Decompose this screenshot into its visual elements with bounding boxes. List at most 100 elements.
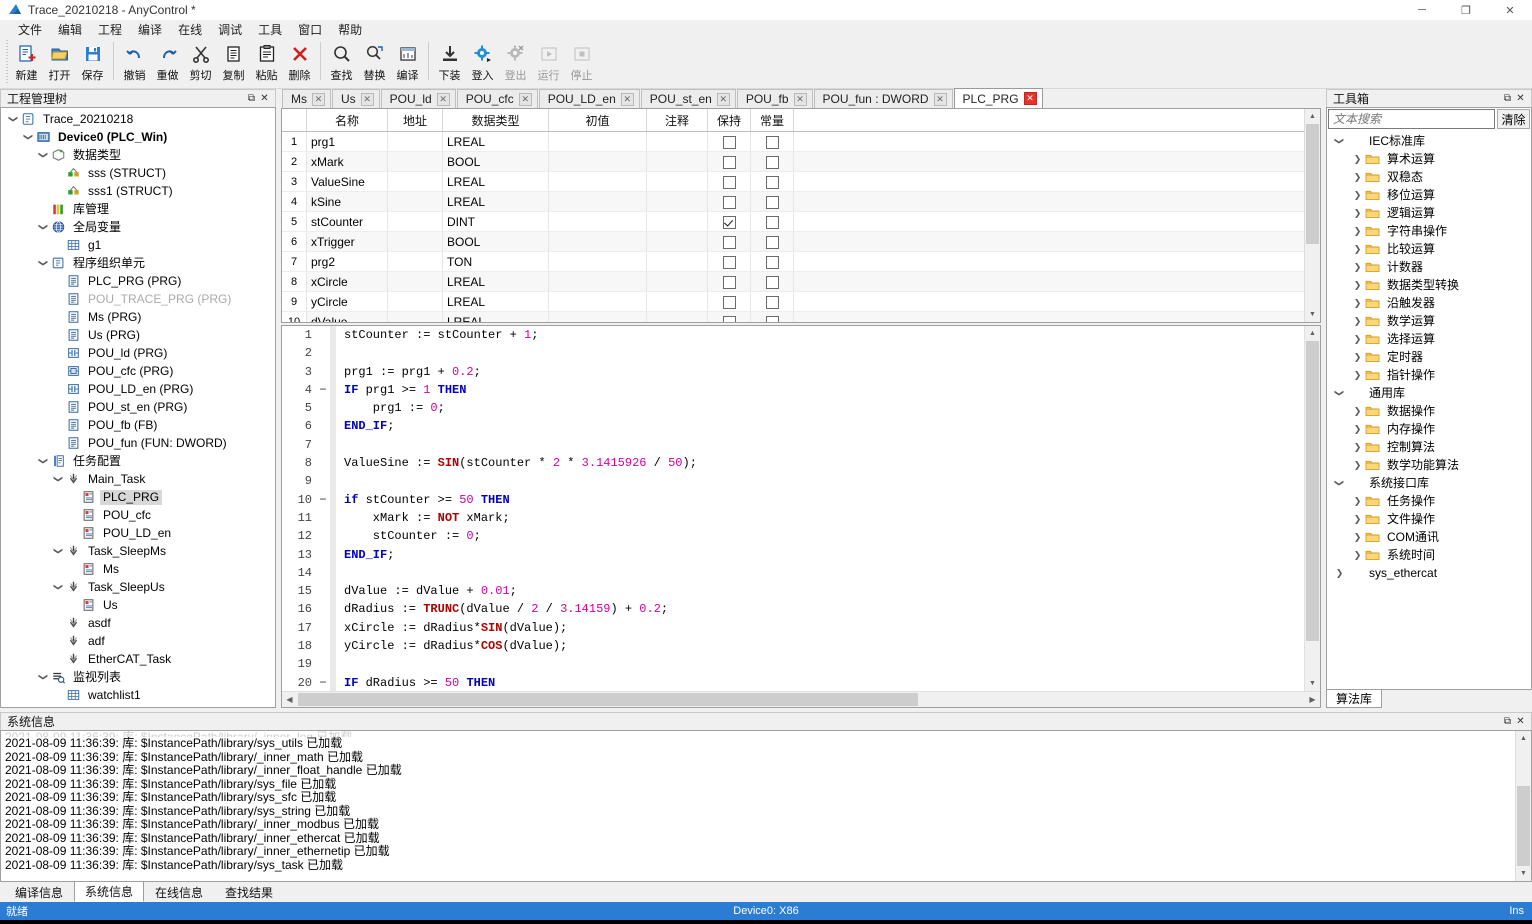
editor-tab-pou_fundword[interactable]: POU_fun : DWORD ✕ xyxy=(813,89,953,108)
variable-table-header[interactable]: 注释 xyxy=(646,109,708,132)
chevron-right-icon[interactable]: ❯ xyxy=(1351,168,1364,186)
message-scroll-track[interactable] xyxy=(1516,746,1531,866)
constant-checkbox[interactable] xyxy=(765,235,779,249)
close-icon[interactable]: ✕ xyxy=(312,92,325,106)
variable-table-header[interactable]: 名称 xyxy=(306,109,388,132)
project-panel-close-icon[interactable]: ✕ xyxy=(258,92,271,105)
retain-cell[interactable] xyxy=(707,191,751,212)
code-line[interactable]: prg1 := 0; xyxy=(344,399,1304,417)
variable-table-header[interactable] xyxy=(282,109,307,132)
variable-cell[interactable] xyxy=(387,251,443,272)
scroll-down-icon[interactable]: ▼ xyxy=(1305,307,1320,322)
variable-table-scrollbar[interactable]: ▲ ▼ xyxy=(1304,109,1320,322)
chevron-down-icon[interactable]: ❯ xyxy=(35,671,53,684)
toolbox-tree-node[interactable]: ❯ 计数器 xyxy=(1327,258,1531,276)
variable-cell[interactable] xyxy=(646,171,708,192)
toolbox-tree-node[interactable]: ❯ 控制算法 xyxy=(1327,438,1531,456)
retain-checkbox[interactable] xyxy=(722,295,736,309)
project-tree-node[interactable]: POU_st_en (PRG) xyxy=(1,398,275,416)
chevron-right-icon[interactable]: ❯ xyxy=(1351,528,1364,546)
constant-cell[interactable] xyxy=(750,211,794,232)
code-line[interactable] xyxy=(344,564,1304,582)
project-tree-node[interactable]: POU_fun (FUN: DWORD) xyxy=(1,434,275,452)
project-tree-node[interactable]: ❯ Task_SleepMs xyxy=(1,542,275,560)
variable-cell[interactable] xyxy=(646,191,708,212)
project-tree-node[interactable]: POU_cfc (PRG) xyxy=(1,362,275,380)
toolbox-tree-node[interactable]: ❯ 定时器 xyxy=(1327,348,1531,366)
variable-cell[interactable]: LREAL xyxy=(442,191,549,212)
project-tree-node[interactable]: EtherCAT_Task xyxy=(1,650,275,668)
project-tree-node[interactable]: sss1 (STRUCT) xyxy=(1,182,275,200)
editor-tab-pou_st_en[interactable]: POU_st_en ✕ xyxy=(640,89,736,108)
variable-cell[interactable] xyxy=(387,311,443,322)
project-tree-node[interactable]: sss (STRUCT) xyxy=(1,164,275,182)
constant-cell[interactable] xyxy=(750,191,794,212)
constant-cell[interactable] xyxy=(750,251,794,272)
editor-tab-pou_ld[interactable]: POU_ld ✕ xyxy=(380,89,456,108)
message-tab-系统信息[interactable]: 系统信息 xyxy=(74,881,145,902)
code-scroll-thumb[interactable] xyxy=(1306,341,1319,641)
scroll-thumb[interactable] xyxy=(1306,124,1319,244)
chevron-right-icon[interactable]: ❯ xyxy=(1351,330,1364,348)
code-scroll-track[interactable] xyxy=(1305,341,1320,676)
retain-cell[interactable] xyxy=(707,311,751,322)
code-line[interactable]: dValue := dValue + 0.01; xyxy=(344,582,1304,600)
constant-cell[interactable] xyxy=(750,151,794,172)
menu-item-6[interactable]: 工具 xyxy=(250,21,290,39)
chevron-right-icon[interactable]: ❯ xyxy=(1351,222,1364,240)
code-line[interactable]: END_IF; xyxy=(344,546,1304,564)
retain-checkbox[interactable] xyxy=(722,135,736,149)
variable-table-row[interactable]: 9 yCircle LREAL xyxy=(282,291,1304,312)
constant-cell[interactable] xyxy=(750,311,794,322)
toolbar-button-scissors[interactable]: 剪切 xyxy=(184,39,217,88)
menu-item-1[interactable]: 编辑 xyxy=(50,21,90,39)
toolbox-tree-node[interactable]: ❯ 系统接口库 xyxy=(1327,474,1531,492)
variable-cell[interactable]: 8 xyxy=(282,271,307,292)
chevron-down-icon[interactable]: ❯ xyxy=(50,545,68,558)
variable-cell[interactable]: DINT xyxy=(442,211,549,232)
chevron-right-icon[interactable]: ❯ xyxy=(1351,366,1364,384)
variable-cell[interactable] xyxy=(548,271,647,292)
editor-tab-pou_ld_en[interactable]: POU_LD_en ✕ xyxy=(538,89,640,108)
variable-table-header[interactable]: 数据类型 xyxy=(442,109,549,132)
toolbar-button-search[interactable]: 查找 xyxy=(325,39,358,88)
chevron-right-icon[interactable]: ❯ xyxy=(1351,492,1364,510)
menu-item-2[interactable]: 工程 xyxy=(90,21,130,39)
project-tree-node[interactable]: PLC_PRG (PRG) xyxy=(1,272,275,290)
project-tree-node[interactable]: watchlist1 xyxy=(1,686,275,704)
variable-cell[interactable]: LREAL xyxy=(442,311,549,322)
variable-cell[interactable]: 7 xyxy=(282,251,307,272)
constant-checkbox[interactable] xyxy=(765,295,779,309)
message-list[interactable]: 2021-08-09 11:36:39: 库: $InstancePath/li… xyxy=(1,731,1515,881)
code-line[interactable] xyxy=(344,655,1304,673)
chevron-right-icon[interactable]: ❯ xyxy=(1351,294,1364,312)
variable-cell[interactable]: TON xyxy=(442,251,549,272)
project-tree-node[interactable]: POU_LD_en xyxy=(1,524,275,542)
variable-cell[interactable] xyxy=(387,291,443,312)
variable-table-header[interactable]: 保持 xyxy=(707,109,751,132)
constant-checkbox[interactable] xyxy=(765,255,779,269)
code-line[interactable]: END_IF; xyxy=(344,417,1304,435)
variable-table-row[interactable]: 6 xTrigger BOOL xyxy=(282,231,1304,252)
retain-checkbox[interactable] xyxy=(722,255,736,269)
code-line[interactable]: stCounter := 0; xyxy=(344,527,1304,545)
constant-checkbox[interactable] xyxy=(765,275,779,289)
variable-cell[interactable]: dValue xyxy=(306,311,388,322)
variable-cell[interactable] xyxy=(548,311,647,322)
fold-margin[interactable]: −−−− xyxy=(316,326,330,691)
close-icon[interactable]: ✕ xyxy=(518,92,532,106)
scroll-up-icon[interactable]: ▲ xyxy=(1305,109,1320,124)
project-tree-node[interactable]: ❯ Trace xyxy=(1,704,275,708)
editor-tab-pou_cfc[interactable]: POU_cfc ✕ xyxy=(456,89,538,108)
chevron-down-icon[interactable]: ❯ xyxy=(1331,135,1349,148)
fold-toggle-icon[interactable]: − xyxy=(316,381,330,399)
toolbar-button-redo[interactable]: 重做 xyxy=(151,39,184,88)
menu-item-3[interactable]: 编译 xyxy=(130,21,170,39)
variable-cell[interactable]: BOOL xyxy=(442,231,549,252)
code-line[interactable]: ValueSine := SIN(stCounter * 2 * 3.14159… xyxy=(344,454,1304,472)
toolbox-tree-node[interactable]: ❯ 比较运算 xyxy=(1327,240,1531,258)
retain-checkbox[interactable] xyxy=(722,315,736,322)
toolbox-close-icon[interactable]: ✕ xyxy=(1514,92,1527,105)
project-tree-node[interactable]: Us (PRG) xyxy=(1,326,275,344)
variable-cell[interactable] xyxy=(646,211,708,232)
